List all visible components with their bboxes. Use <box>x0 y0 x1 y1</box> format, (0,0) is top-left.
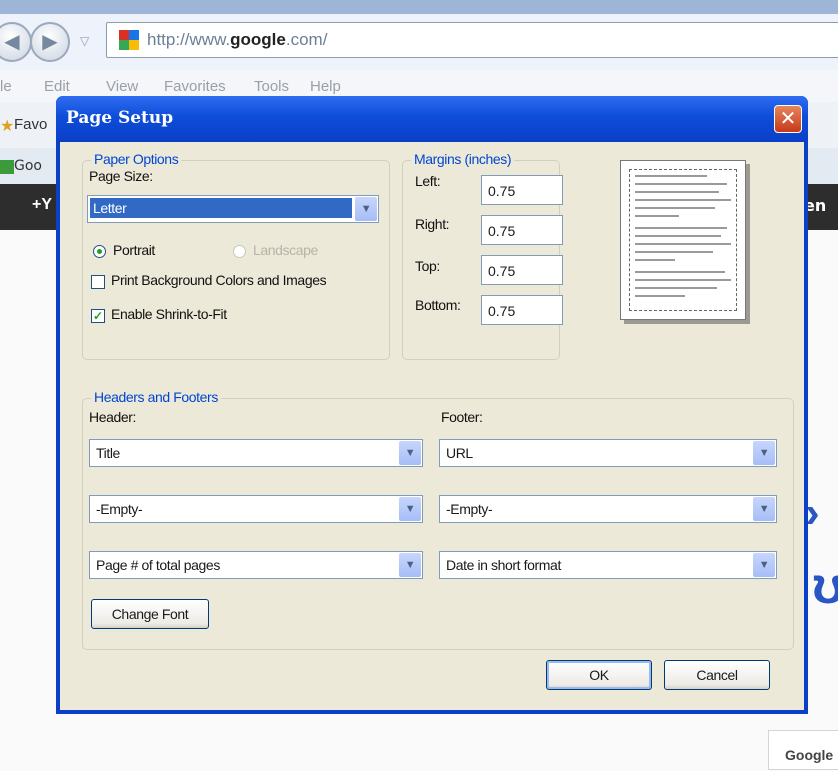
page-size-label: Page Size: <box>89 168 153 184</box>
header-select-3[interactable]: Page # of total pages ▼ <box>89 551 423 579</box>
page-setup-dialog: Page Setup ✕ Paper Options Page Size: Le… <box>56 96 808 714</box>
print-background-checkbox[interactable] <box>91 275 105 289</box>
top-margin-input[interactable]: 0.75 <box>481 255 563 285</box>
dialog-titlebar[interactable]: Page Setup ✕ <box>56 96 808 142</box>
url-domain: google <box>230 30 286 49</box>
portrait-radio[interactable] <box>93 245 106 258</box>
chevron-down-icon[interactable]: ▼ <box>753 441 775 465</box>
header-select-3-value: Page # of total pages <box>96 557 220 573</box>
chevron-down-icon[interactable]: ▼ <box>399 497 421 521</box>
menu-edit[interactable]: Edit <box>44 78 70 95</box>
change-font-button[interactable]: Change Font <box>91 599 209 629</box>
paper-options-group: Paper Options Page Size: Letter ▼ Portra… <box>82 151 390 360</box>
footer-select-1[interactable]: URL ▼ <box>439 439 777 467</box>
footer-select-3-value: Date in short format <box>446 557 561 573</box>
chevron-down-icon[interactable]: ▼ <box>399 553 421 577</box>
shrink-to-fit-label[interactable]: Enable Shrink-to-Fit <box>111 306 227 322</box>
header-select-1[interactable]: Title ▼ <box>89 439 423 467</box>
tab-favicon <box>0 160 14 174</box>
landscape-label[interactable]: Landscape <box>253 242 318 258</box>
footer-select-2[interactable]: -Empty- ▼ <box>439 495 777 523</box>
preview-line <box>635 295 685 297</box>
preview-line <box>635 183 727 185</box>
forward-icon[interactable]: ▶ <box>30 22 70 62</box>
bottom-margin-input[interactable]: 0.75 <box>481 295 563 325</box>
preview-line <box>635 191 719 193</box>
navigation-bar: ◀ ▶ ▽ http://www.google.com/ <box>0 14 838 70</box>
preview-line <box>635 271 725 273</box>
page-size-select[interactable]: Letter ▼ <box>87 195 379 223</box>
header-select-1-value: Title <box>96 445 120 461</box>
menu-help[interactable]: Help <box>310 78 341 95</box>
menu-tools[interactable]: Tools <box>254 78 289 95</box>
chevron-down-icon[interactable]: ▼ <box>753 497 775 521</box>
chevron-down-icon[interactable]: ▼ <box>399 441 421 465</box>
recent-pages-dropdown-icon[interactable]: ▽ <box>80 34 89 48</box>
landscape-radio[interactable] <box>233 245 246 258</box>
footer-label: Footer: <box>441 409 483 425</box>
footer-select-3[interactable]: Date in short format ▼ <box>439 551 777 579</box>
page-size-value: Letter <box>90 198 352 218</box>
close-icon[interactable]: ✕ <box>774 105 802 133</box>
print-background-label[interactable]: Print Background Colors and Images <box>111 272 327 288</box>
right-margin-input[interactable]: 0.75 <box>481 215 563 245</box>
header-select-2[interactable]: -Empty- ▼ <box>89 495 423 523</box>
preview-line <box>635 259 675 261</box>
address-bar[interactable]: http://www.google.com/ <box>106 22 838 58</box>
preview-line <box>635 279 731 281</box>
header-select-2-value: -Empty- <box>96 501 143 517</box>
margins-group: Margins (inches) Left: 0.75 Right: 0.75 … <box>402 151 563 360</box>
window-top-edge <box>0 0 838 14</box>
address-url: http://www.google.com/ <box>147 23 327 57</box>
shrink-to-fit-checkbox[interactable]: ✓ <box>91 309 105 323</box>
headers-footers-group: Headers and Footers Header: Footer: Titl… <box>82 389 794 650</box>
menu-view[interactable]: View <box>106 78 138 95</box>
favorites-star-icon: ★ <box>0 116 15 135</box>
footer-select-1-value: URL <box>446 445 473 461</box>
preview-line <box>635 243 731 245</box>
preview-line <box>635 207 715 209</box>
favorites-label[interactable]: Favo <box>14 116 47 133</box>
headers-footers-legend: Headers and Footers <box>91 389 221 405</box>
url-prefix: http://www. <box>147 30 231 49</box>
left-margin-input[interactable]: 0.75 <box>481 175 563 205</box>
menu-file-fragment[interactable]: le <box>0 78 12 95</box>
cancel-button[interactable]: Cancel <box>664 660 770 690</box>
preview-line <box>635 227 727 229</box>
google-footer-fragment: Google <box>768 730 838 770</box>
preview-line <box>635 251 713 253</box>
dialog-body: Paper Options Page Size: Letter ▼ Portra… <box>60 142 804 710</box>
margins-legend: Margins (inches) <box>411 151 515 167</box>
footer-select-2-value: -Empty- <box>446 501 493 517</box>
portrait-label[interactable]: Portrait <box>113 242 155 258</box>
google-bar-left-link[interactable]: +Y <box>32 196 52 214</box>
paper-options-legend: Paper Options <box>91 151 182 167</box>
header-label: Header: <box>89 409 137 425</box>
top-margin-label: Top: <box>415 258 440 274</box>
google-logo-fragment-lower: ʊ <box>812 557 838 615</box>
left-margin-label: Left: <box>415 173 441 189</box>
chevron-down-icon[interactable]: ▼ <box>355 197 377 221</box>
preview-line <box>635 287 717 289</box>
preview-line <box>635 215 679 217</box>
preview-line <box>635 175 707 177</box>
back-icon[interactable]: ◀ <box>0 22 32 62</box>
url-suffix: .com/ <box>285 30 328 49</box>
chevron-down-icon[interactable]: ▼ <box>753 553 775 577</box>
google-favicon <box>119 30 139 50</box>
right-margin-label: Right: <box>415 216 450 232</box>
dialog-title: Page Setup <box>66 108 174 128</box>
preview-line <box>635 235 721 237</box>
page-preview-image <box>620 160 746 320</box>
tab-google[interactable]: Goo <box>14 158 42 174</box>
menu-favorites[interactable]: Favorites <box>164 78 226 95</box>
preview-line <box>635 199 731 201</box>
ok-button[interactable]: OK <box>546 660 652 690</box>
bottom-margin-label: Bottom: <box>415 297 461 313</box>
